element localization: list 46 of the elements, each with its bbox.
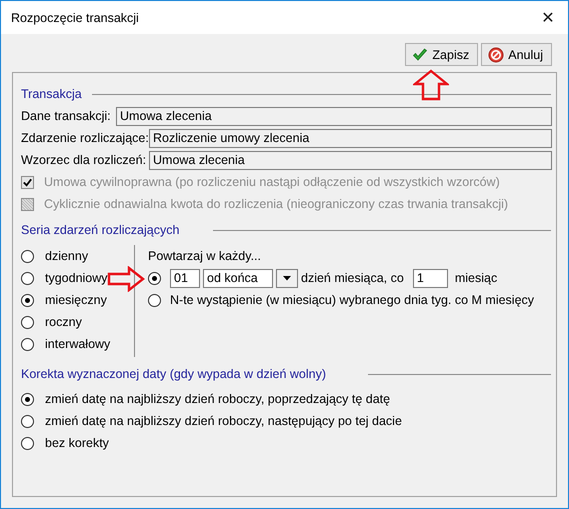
text-field[interactable]: Rozliczenie umowy zlecenia — [149, 128, 552, 148]
radio-label: miesięczny — [45, 293, 107, 307]
section-heading: Seria zdarzeń rozliczających — [21, 223, 180, 237]
radio-button[interactable] — [21, 250, 34, 262]
annotation-arrow — [413, 69, 449, 101]
checkbox-label: Umowa cywilnoprawna (po rozliczeniu nastąpi odłączenie od wszystkich wzorców) — [44, 175, 500, 189]
cancel-button[interactable]: Anuluj — [481, 43, 552, 66]
radio-label: bez korekty — [45, 436, 109, 450]
radio-button[interactable] — [21, 338, 34, 350]
dropdown-button[interactable] — [276, 268, 298, 288]
radio-button[interactable] — [21, 414, 34, 428]
day-field[interactable]: 01 — [170, 268, 200, 288]
field-label: Dane transakcji: — [21, 109, 112, 123]
prohibition-icon — [488, 46, 504, 62]
section-heading: Transakcja — [21, 87, 82, 101]
text-field[interactable]: Umowa zlecenia — [149, 150, 552, 170]
group-label: Powtarzaj w każdy... — [148, 248, 262, 265]
radio-button[interactable] — [21, 316, 34, 328]
radio-button[interactable] — [21, 294, 34, 306]
field-label: Zdarzenie rozliczające: — [21, 131, 149, 145]
radio-button[interactable] — [21, 436, 34, 450]
radio-label: interwałowy — [45, 337, 110, 351]
radio-label: dzienny — [45, 249, 88, 263]
radio-label: roczny — [45, 315, 82, 329]
section-heading: Korekta wyznaczonej daty (gdy wypada w dzień wolny) — [21, 367, 326, 381]
radio-button[interactable] — [21, 392, 34, 406]
text-field[interactable]: Umowa zlecenia — [116, 106, 552, 126]
annotation-arrow — [107, 266, 145, 292]
radio-label: zmień datę na najbliższy dzień roboczy, poprzedzający tę datę — [45, 392, 390, 406]
field-label: dzień miesiąca, co — [301, 271, 404, 285]
radio-button[interactable] — [148, 294, 161, 306]
radio-label: N-te wystąpienie (w miesiącu) wybranego dnia tyg. co M miesięcy — [170, 293, 534, 307]
interval-field[interactable]: 1 — [412, 268, 448, 288]
close-button[interactable]: ✕ — [528, 1, 568, 34]
caret-icon — [283, 276, 291, 280]
radio-button[interactable] — [21, 272, 34, 284]
checkbox-label: Cyklicznie odnawialna kwota do rozliczenia (nieograniczony czas trwania transakcji) — [44, 197, 508, 211]
save-button[interactable]: Zapisz — [405, 43, 478, 66]
window-title: Rozpoczęcie transakcji — [11, 10, 139, 24]
field-label: miesiąc — [454, 271, 498, 285]
radio-button[interactable] — [148, 272, 161, 284]
radio-label: zmień datę na najbliższy dzień roboczy, następujący po tej dacie — [45, 414, 402, 428]
direction-dropdown[interactable]: od końca — [203, 268, 273, 288]
radio-label: tygodniowy — [45, 271, 108, 285]
checkmark-icon — [412, 46, 428, 62]
field-label: Wzorzec dla rozliczeń: — [21, 153, 148, 167]
